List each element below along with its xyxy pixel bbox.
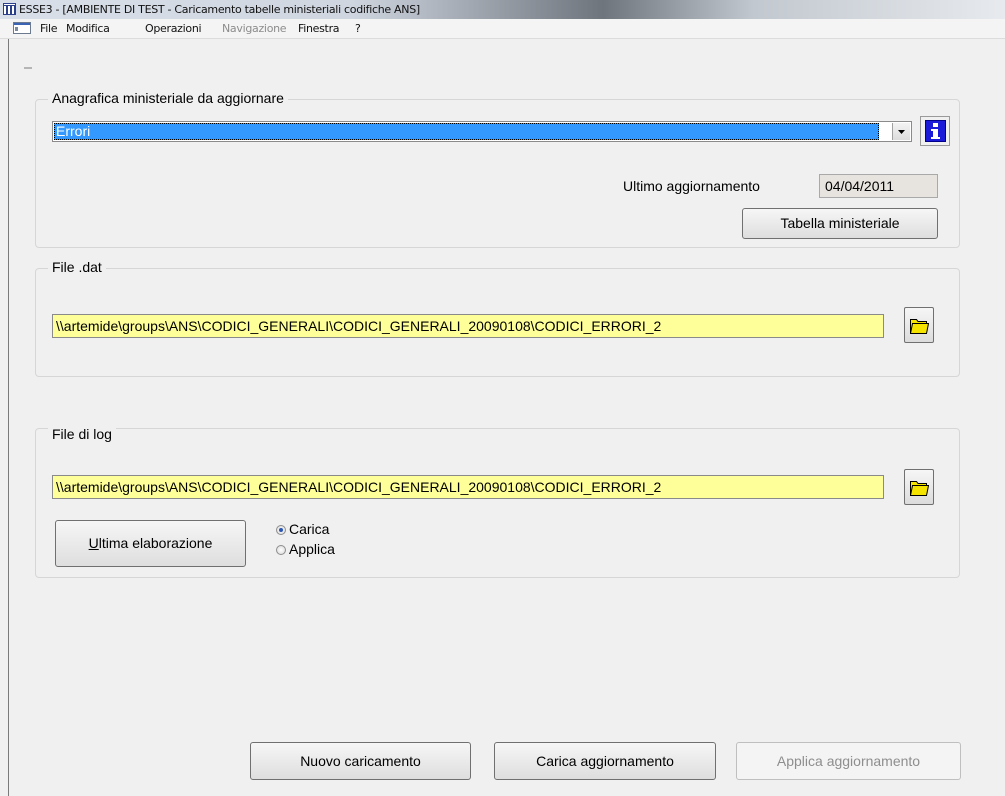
ultima-elaborazione-button[interactable]: Ultima elaborazione [55,520,246,567]
folder-icon [910,319,929,334]
menu-modifica[interactable]: Modifica [66,22,110,35]
menu-help[interactable]: ? [355,22,361,35]
anagrafica-select[interactable]: Errori [52,121,912,142]
ultima-elaborazione-mnemonic: U [88,535,99,551]
chevron-down-icon [898,130,905,134]
menu-finestra[interactable]: Finestra [298,22,340,35]
ultima-elaborazione-label: ltima elaborazione [98,535,213,551]
nuovo-caricamento-button[interactable]: Nuovo caricamento [250,742,471,780]
file-log-browse-button[interactable] [904,469,934,505]
menu-file[interactable]: File [40,22,58,35]
radio-applica-label[interactable]: Applica [289,541,335,557]
anagrafica-selected-value: Errori [54,123,879,140]
menu-bar: File Modifica Operazioni Navigazione Fin… [0,19,1005,39]
window-title: ESSE3 - [AMBIENTE DI TEST - Caricamento … [19,3,420,16]
info-icon [925,120,946,142]
app-icon [3,3,16,15]
folder-icon [910,481,929,496]
radio-carica[interactable] [276,525,286,535]
file-log-legend: File di log [48,426,116,442]
applica-aggiornamento-button: Applica aggiornamento [736,742,961,780]
menu-operazioni[interactable]: Operazioni [145,22,202,35]
dropdown-arrow-button[interactable] [892,123,910,140]
menu-navigazione: Navigazione [222,22,287,35]
radio-applica[interactable] [276,545,286,555]
mdi-child-icon [24,67,32,69]
title-bar: ESSE3 - [AMBIENTE DI TEST - Caricamento … [0,0,1005,19]
radio-selected-dot [279,528,283,532]
window-menu-icon[interactable] [13,22,31,34]
tabella-ministeriale-button[interactable]: Tabella ministeriale [742,208,938,239]
mdi-frame-edge [8,39,9,796]
carica-aggiornamento-button[interactable]: Carica aggiornamento [494,742,716,780]
radio-carica-label[interactable]: Carica [289,521,329,537]
ultimo-aggiornamento-field: 04/04/2011 [819,174,938,198]
file-log-path-input[interactable]: \\artemide\groups\ANS\CODICI_GENERALI\CO… [52,475,884,499]
anagrafica-legend: Anagrafica ministeriale da aggiornare [48,90,288,106]
file-dat-browse-button[interactable] [904,307,934,343]
file-dat-legend: File .dat [48,259,106,275]
info-button[interactable] [920,116,950,146]
file-dat-path-input[interactable]: \\artemide\groups\ANS\CODICI_GENERALI\CO… [52,314,884,338]
ultimo-aggiornamento-label: Ultimo aggiornamento [623,178,760,194]
